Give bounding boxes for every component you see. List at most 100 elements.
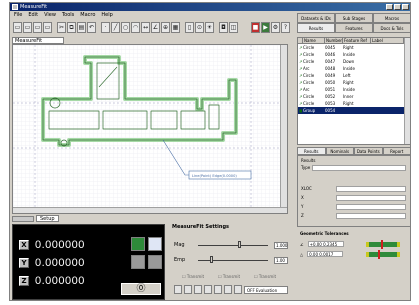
tab-nominals[interactable]: Nominals [325, 147, 354, 155]
menu-view[interactable]: View [44, 11, 56, 19]
light-button-6[interactable] [224, 285, 232, 294]
geo-tol-value-1[interactable]: +0.00 0.2345 [307, 241, 344, 247]
feature-list-row[interactable]: ↗Circle0050Right [298, 79, 410, 86]
tab-docs-tols[interactable]: Docs & Tols [373, 23, 411, 33]
col-name[interactable]: Name [303, 38, 325, 43]
feature-list-row[interactable]: ↗Arc0051Inside [298, 86, 410, 93]
cross-datum-icon[interactable] [148, 255, 162, 269]
mag-slider-track[interactable] [198, 245, 268, 246]
run-icon[interactable]: ▶ [261, 22, 270, 33]
menu-help[interactable]: Help [101, 11, 112, 19]
light-button-4[interactable] [204, 285, 212, 294]
dro-y-value: 0.000000 [35, 257, 85, 269]
feature-ref [342, 107, 370, 114]
tab-features[interactable]: Features [335, 23, 373, 33]
feature-list-row[interactable]: ↗Arc0048Inside [298, 65, 410, 72]
canvas-vertical-scrollbar[interactable] [280, 45, 287, 213]
tab-macros[interactable]: Macros [373, 13, 411, 23]
paste-icon[interactable]: ▤ [77, 22, 86, 33]
feature-name: Circle [303, 73, 315, 78]
col-number[interactable]: Number [325, 38, 343, 43]
tab-report[interactable]: Report [382, 147, 411, 155]
light-button-3[interactable] [194, 285, 202, 294]
info-icon[interactable]: ? [281, 22, 290, 33]
feature-list-scrollbar[interactable] [404, 38, 410, 144]
line-icon[interactable]: ╱ [111, 22, 120, 33]
part-view-canvas[interactable]: Line(Point) Edge(0.0000) [12, 44, 288, 214]
type-field[interactable] [312, 165, 406, 171]
axis-x-button[interactable]: X [19, 240, 29, 250]
stop-icon[interactable]: ■ [251, 22, 260, 33]
axis-z-button[interactable]: Z [19, 276, 29, 286]
col-feature-ref[interactable]: Feature Ref [343, 38, 371, 43]
tab-sub-stages[interactable]: Sub Stages [335, 13, 373, 23]
results-subtitle: Results [301, 158, 316, 163]
zoom-icon[interactable]: ⊕ [161, 22, 170, 33]
snap-green-icon[interactable] [131, 237, 145, 251]
menu-file[interactable]: File [14, 11, 22, 19]
light-button-2[interactable] [184, 285, 192, 294]
probe-setup-icon[interactable] [148, 237, 162, 251]
feature-list-row[interactable]: ↗Circle0046Inside [298, 51, 410, 58]
probe-icon[interactable]: ⊙ [195, 22, 204, 33]
emp-value-field[interactable]: 1.00 [274, 257, 288, 264]
mag-value-field[interactable]: 1.000 [274, 242, 288, 249]
tab-setup[interactable]: Setup [36, 215, 59, 222]
transmit-check-2[interactable]: ☐ Transmit [218, 274, 240, 279]
document-tab[interactable]: MeasureFit [12, 37, 64, 44]
feature-list-row[interactable]: ↗Circle0053Right [298, 100, 410, 107]
grid-icon[interactable]: ▦ [171, 22, 180, 33]
geo-tol-value-2[interactable]: 0.00 0.0017 [307, 251, 344, 257]
col-label[interactable]: Label [371, 38, 404, 43]
measure-icon[interactable]: ◫ [229, 22, 238, 33]
save-icon[interactable]: ▭ [33, 22, 42, 33]
maximize-button[interactable] [394, 4, 401, 10]
close-button[interactable] [402, 4, 409, 10]
axis-y-button[interactable]: Y [19, 258, 29, 268]
canvas-horizontal-scrollbar[interactable] [13, 207, 287, 213]
feature-number: 0049 [325, 73, 336, 78]
angle-icon[interactable]: ∠ [151, 22, 160, 33]
feature-list-row[interactable]: ↗Circle0049Left [298, 72, 410, 79]
circle-icon[interactable]: ○ [121, 22, 130, 33]
minimize-button[interactable] [386, 4, 393, 10]
distance-icon[interactable]: ↔ [141, 22, 150, 33]
print-icon[interactable]: ▭ [43, 22, 52, 33]
mode-select[interactable]: OFF Evaluation [244, 286, 288, 294]
tab-data-points[interactable]: Data Points [354, 147, 383, 155]
menu-tools[interactable]: Tools [62, 11, 74, 19]
copy-icon[interactable]: ⧉ [67, 22, 76, 33]
new-icon[interactable]: ▭ [13, 22, 22, 33]
feature-list-row[interactable]: ↗Circle0052Inner [298, 93, 410, 100]
transmit-check-3[interactable]: ☐ Transmit [254, 274, 276, 279]
tab-scroll-buttons[interactable] [12, 215, 34, 222]
light-icon[interactable]: ☀ [205, 22, 214, 33]
power-button[interactable]: ⓪ [121, 283, 161, 295]
settings-icon[interactable]: ⚙ [271, 22, 280, 33]
light-button-1[interactable] [174, 285, 182, 294]
camera-icon[interactable]: ◘ [219, 22, 228, 33]
feature-list-row[interactable]: ↗Circle0045Right [298, 44, 410, 51]
undo-icon[interactable]: ↶ [87, 22, 96, 33]
tab-results[interactable]: Results [297, 23, 335, 33]
feature-list-row[interactable]: ↗Circle0047Down [298, 58, 410, 65]
mag-slider-thumb[interactable] [238, 241, 241, 248]
window-controls [386, 4, 409, 10]
cross-zero-icon[interactable] [131, 255, 145, 269]
edge-icon[interactable]: ▯ [185, 22, 194, 33]
transmit-check-1[interactable]: ☐ Transmit [182, 274, 204, 279]
feature-list-row[interactable]: ■Group0054 [298, 107, 410, 114]
light-button-5[interactable] [214, 285, 222, 294]
arc-icon[interactable]: ◠ [131, 22, 140, 33]
emp-slider-track[interactable] [198, 260, 268, 261]
tab-results-sub[interactable]: Results [297, 147, 326, 155]
tab-datasets[interactable]: Datasets & IDs [297, 13, 335, 23]
cut-icon[interactable]: ✂ [57, 22, 66, 33]
feature-name: Arc [303, 87, 310, 92]
menu-edit[interactable]: Edit [28, 11, 38, 19]
open-icon[interactable]: ▭ [23, 22, 32, 33]
emp-slider-thumb[interactable] [210, 256, 213, 263]
menu-macro[interactable]: Macro [80, 11, 95, 19]
light-button-7[interactable] [234, 285, 242, 294]
point-icon[interactable]: · [101, 22, 110, 33]
